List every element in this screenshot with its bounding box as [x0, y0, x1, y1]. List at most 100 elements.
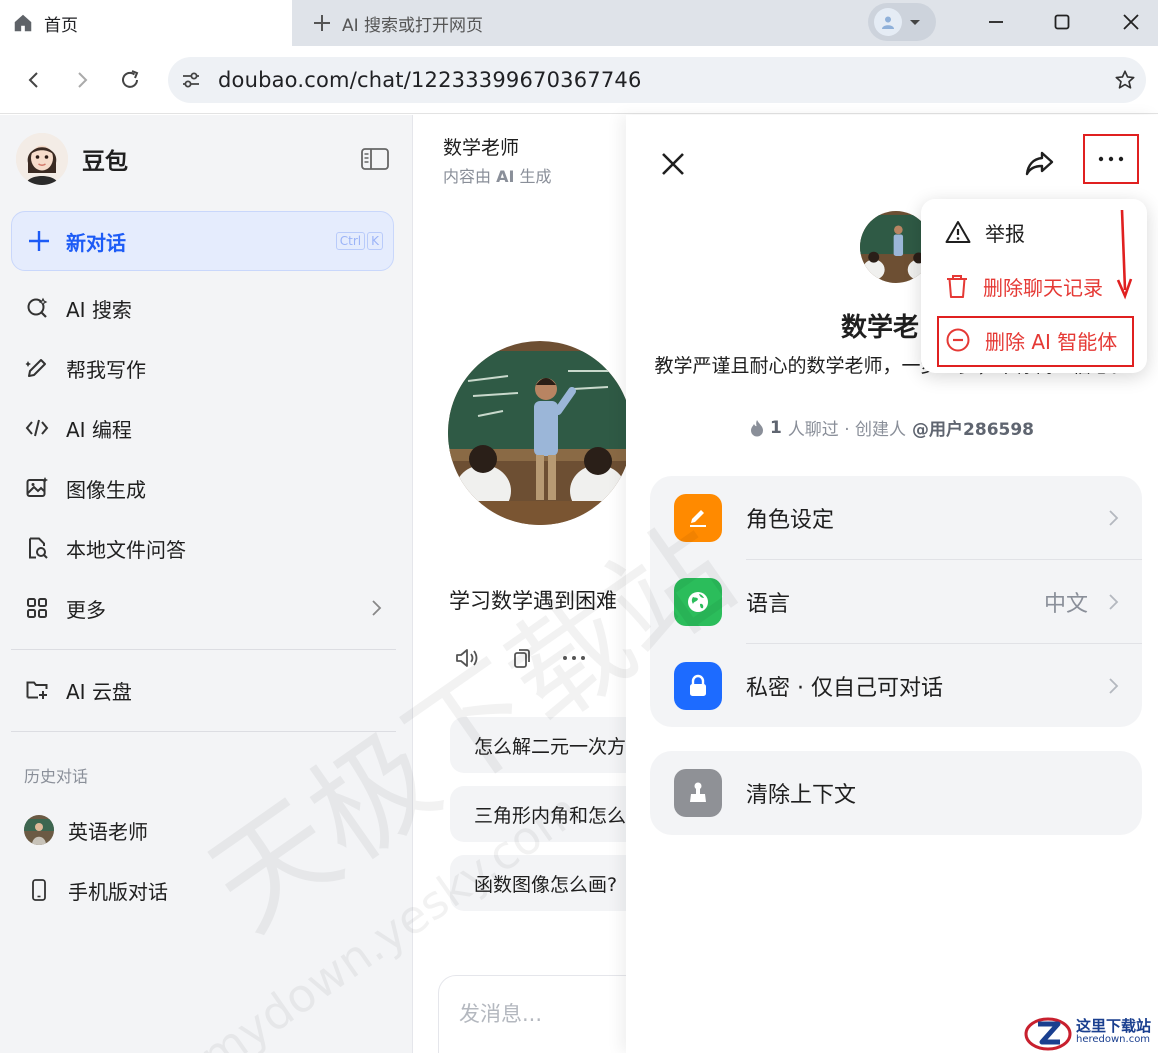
grid-icon [24, 595, 50, 621]
sidebar-item-writing[interactable]: 帮我写作 [24, 348, 146, 388]
site-settings-icon[interactable] [180, 69, 202, 91]
row-role-setting[interactable]: 角色设定 [650, 476, 1142, 560]
sidebar-item-label: 本地文件问答 [66, 537, 186, 562]
sidebar-item-ai-search[interactable]: AI 搜索 [24, 288, 132, 328]
row-label: 清除上下文 [746, 783, 857, 808]
more-options-button[interactable] [1083, 134, 1139, 184]
subtitle-ai: AI [496, 167, 515, 186]
chat-count: 1 [769, 417, 782, 438]
close-icon [1123, 14, 1139, 30]
history-section-title: 历史对话 [24, 767, 89, 786]
arrow-left-icon [28, 72, 38, 88]
file-search-icon [24, 535, 50, 561]
message-input[interactable]: 发消息... [438, 975, 626, 1053]
maximize-icon [1054, 14, 1070, 30]
profile-button[interactable] [868, 3, 936, 41]
new-tab-button[interactable]: AI 搜索或打开网页 [312, 0, 483, 46]
sidebar-item-local-file-qa[interactable]: 本地文件问答 [24, 528, 186, 568]
suggestion-chip[interactable]: 函数图像怎么画? [450, 855, 626, 911]
close-window-button[interactable] [1111, 4, 1151, 40]
sidebar-item-coding[interactable]: AI 编程 [24, 408, 132, 448]
creator-name[interactable]: @用户286598 [912, 415, 1034, 440]
suggestion-chip[interactable]: 怎么解二元一次方 [450, 717, 626, 773]
chat-area: 数学老师 内容由 AI 生成 学习数学遇到困难 怎么解二元一次方 三角形内角和怎… [414, 115, 626, 1053]
sidebar-item-label: AI 编程 [66, 417, 132, 442]
chevron-right-icon [372, 600, 382, 616]
brand[interactable]: 豆包 [16, 133, 128, 185]
sidebar-item-image-gen[interactable]: 图像生成 [24, 468, 146, 508]
cloud-folder-icon [24, 677, 50, 703]
share-button[interactable] [1024, 147, 1056, 179]
broom-icon [674, 769, 722, 817]
forward-button[interactable] [64, 62, 100, 98]
menu-item-label: 举报 [985, 221, 1025, 246]
minimize-button[interactable] [976, 4, 1016, 40]
chevron-right-icon [1109, 594, 1119, 610]
fire-icon [750, 419, 763, 436]
row-label: 语言 [746, 592, 791, 617]
star-icon[interactable] [1114, 69, 1136, 91]
row-label: 私密 · 仅自己可对话 [746, 676, 943, 701]
meta-text: 人聊过 · 创建人 [787, 420, 907, 440]
new-tab-label: AI 搜索或打开网页 [342, 15, 484, 36]
url-input[interactable]: doubao.com/chat/12233399670367746 [168, 57, 1146, 103]
arrow-right-icon [78, 72, 88, 88]
history-item-label: 英语老师 [68, 819, 148, 844]
tab-title: 首页 [44, 15, 78, 36]
reload-icon [122, 70, 139, 88]
maximize-button[interactable] [1042, 4, 1082, 40]
history-item-english-teacher[interactable]: 英语老师 [24, 810, 148, 850]
close-panel-button[interactable] [658, 149, 688, 179]
greeting-message: 学习数学遇到困难 [449, 589, 617, 613]
trash-icon [947, 275, 967, 298]
reload-button[interactable] [112, 62, 148, 98]
pen-sparkle-icon [24, 355, 50, 381]
agent-name: 数学老 [841, 313, 920, 343]
history-item-label: 手机版对话 [68, 879, 168, 904]
row-privacy[interactable]: 私密 · 仅自己可对话 [650, 644, 1142, 728]
code-icon [24, 415, 50, 441]
chevron-right-icon [1109, 678, 1119, 694]
shortcut-hint: Ctrl K [335, 232, 383, 250]
sidebar-item-label: 更多 [66, 597, 106, 622]
brand-name: 豆包 [82, 149, 128, 175]
sidebar-item-label: AI 云盘 [66, 679, 132, 704]
shortcut-key-ctrl: Ctrl [335, 232, 366, 250]
language-value: 中文 [1043, 592, 1088, 617]
row-language[interactable]: 语言 中文 [650, 560, 1142, 644]
chat-subtitle: 内容由 AI 生成 [443, 163, 552, 187]
new-chat-button[interactable]: 新对话 Ctrl K [11, 211, 394, 271]
image-icon [24, 475, 50, 501]
sidebar-item-label: 帮我写作 [66, 357, 146, 382]
chevron-right-icon [1109, 510, 1119, 526]
more-horizontal-icon[interactable] [562, 654, 586, 662]
tab-home[interactable]: 首页 [0, 0, 292, 46]
share-icon [1025, 151, 1054, 176]
clear-context-button[interactable]: 清除上下文 [650, 751, 1142, 835]
clear-context-card: 清除上下文 [650, 751, 1142, 835]
back-button[interactable] [16, 62, 52, 98]
sidebar-divider [11, 649, 396, 650]
sidebar-item-label: AI 搜索 [66, 297, 132, 322]
speaker-icon[interactable] [454, 647, 480, 669]
subtitle-prefix: 内容由 [443, 167, 497, 186]
collapse-sidebar-button[interactable] [360, 147, 390, 175]
math-teacher-avatar [448, 341, 626, 525]
agent-meta: 1 人聊过 · 创建人 @用户286598 [626, 415, 1158, 440]
sidebar-toggle-icon [361, 148, 389, 170]
ai-search-icon [24, 295, 50, 321]
chat-title: 数学老师 [443, 137, 520, 159]
globe-icon [674, 578, 722, 626]
sidebar-item-more[interactable]: 更多 [24, 588, 384, 628]
annotation-arrow [1116, 209, 1133, 300]
history-item-mobile-chat[interactable]: 手机版对话 [24, 870, 168, 910]
new-chat-label: 新对话 [66, 230, 126, 255]
pen-icon [674, 494, 722, 542]
sidebar-item-ai-cloud[interactable]: AI 云盘 [24, 670, 132, 710]
suggestion-chip[interactable]: 三角形内角和怎么 [450, 786, 626, 842]
copy-icon[interactable] [510, 647, 532, 669]
close-icon [662, 153, 684, 175]
sidebar-divider [11, 731, 396, 732]
message-actions [454, 647, 586, 669]
heredown-logo: 这里下载站 heredown.com [1024, 1012, 1158, 1053]
